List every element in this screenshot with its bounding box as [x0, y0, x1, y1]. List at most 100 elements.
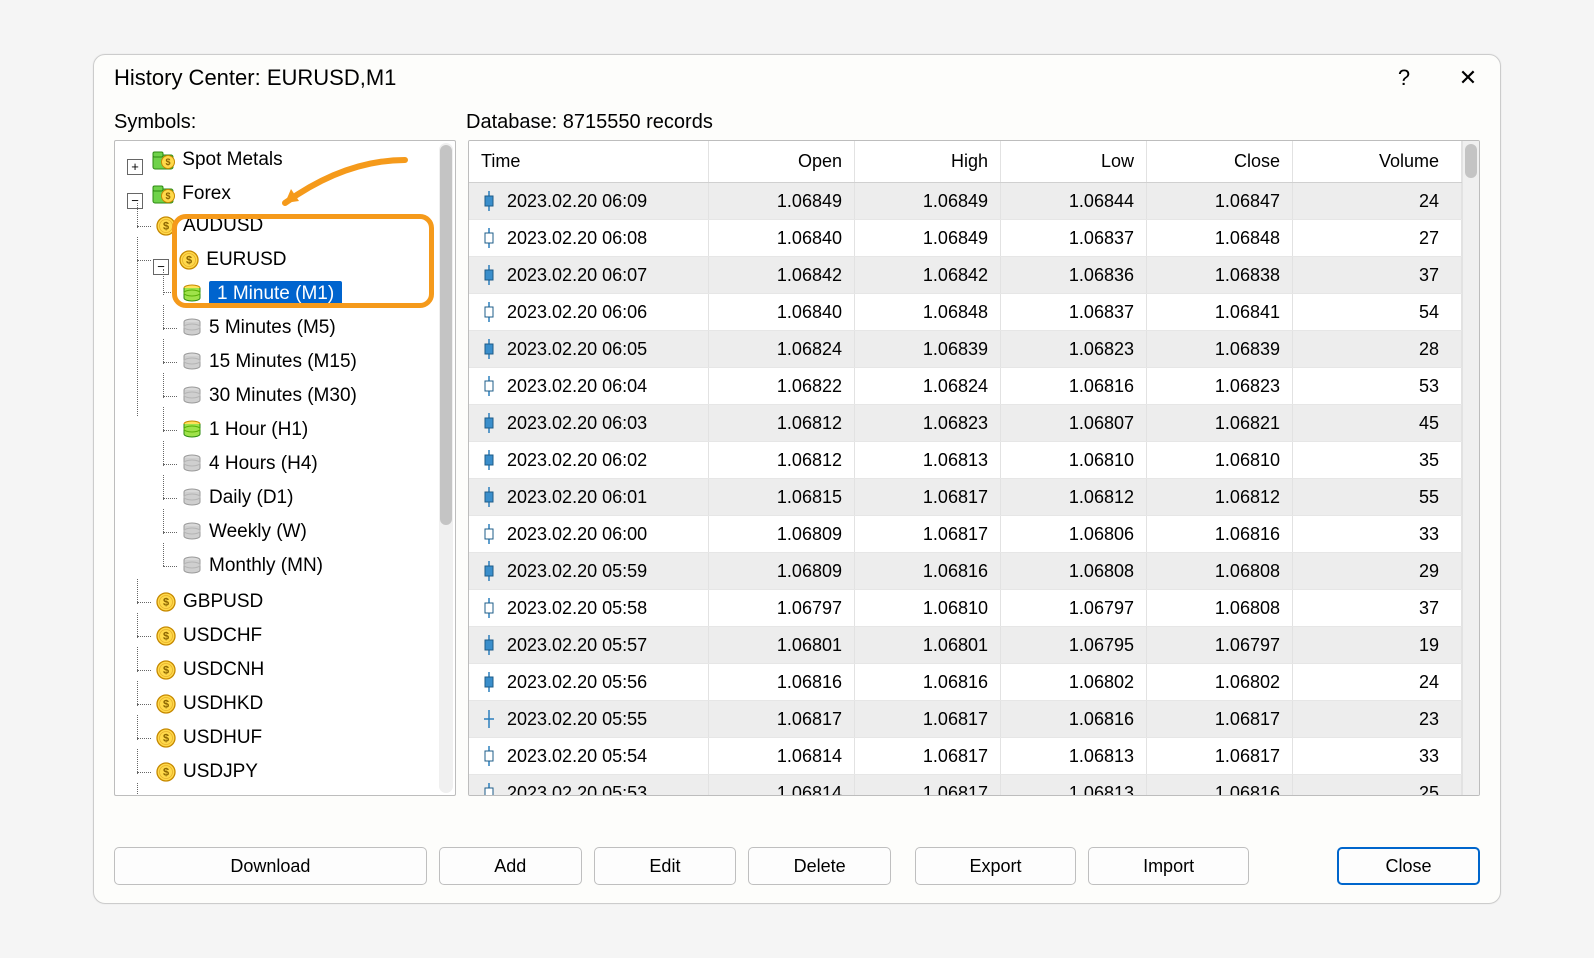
symbol-item[interactable]: USDHUF	[183, 727, 262, 749]
cell-time: 2023.02.20 06:08	[507, 228, 647, 249]
cell-close: 1.06808	[1147, 590, 1293, 626]
timeframe-m15[interactable]: 15 Minutes (M15)	[209, 351, 357, 373]
add-button[interactable]: Add	[439, 847, 582, 885]
col-volume[interactable]: Volume	[1293, 141, 1462, 182]
timeframe-m30[interactable]: 30 Minutes (M30)	[209, 385, 357, 407]
cell-time: 2023.02.20 05:59	[507, 561, 647, 582]
cell-time: 2023.02.20 06:07	[507, 265, 647, 286]
cell-volume: 25	[1293, 775, 1462, 795]
table-row[interactable]: 2023.02.20 06:071.068421.068421.068361.0…	[469, 257, 1462, 294]
import-button[interactable]: Import	[1088, 847, 1249, 885]
timeframe-h1[interactable]: 1 Hour (H1)	[209, 419, 308, 441]
collapse-icon[interactable]: −	[153, 259, 169, 275]
symbol-item-eurusd[interactable]: EURUSD	[206, 249, 286, 271]
table-row[interactable]: 2023.02.20 05:561.068161.068161.068021.0…	[469, 664, 1462, 701]
symbol-item[interactable]: USDHKD	[183, 693, 263, 715]
table-row[interactable]: 2023.02.20 06:051.068241.068391.068231.0…	[469, 331, 1462, 368]
symbol-item[interactable]: USDCNH	[183, 659, 264, 681]
timeframe-mn[interactable]: Monthly (MN)	[209, 555, 323, 577]
timeframe-m5[interactable]: 5 Minutes (M5)	[209, 317, 336, 339]
help-icon[interactable]: ?	[1386, 67, 1422, 89]
col-time[interactable]: Time	[469, 141, 709, 182]
cell-volume: 28	[1293, 331, 1462, 367]
col-high[interactable]: High	[855, 141, 1001, 182]
table-row[interactable]: 2023.02.20 06:011.068151.068171.068121.0…	[469, 479, 1462, 516]
close-button[interactable]: Close	[1337, 847, 1480, 885]
cell-time: 2023.02.20 05:54	[507, 746, 647, 767]
table-row[interactable]: 2023.02.20 05:541.068141.068171.068131.0…	[469, 738, 1462, 775]
timeframe-icon	[181, 487, 203, 509]
table-row[interactable]: 2023.02.20 06:021.068121.068131.068101.0…	[469, 442, 1462, 479]
edit-button[interactable]: Edit	[594, 847, 737, 885]
currency-icon	[155, 215, 177, 237]
table-row[interactable]: 2023.02.20 06:091.068491.068491.068441.0…	[469, 183, 1462, 220]
candle-icon	[481, 745, 497, 767]
cell-high: 1.06816	[855, 553, 1001, 589]
cell-volume: 23	[1293, 701, 1462, 737]
export-button[interactable]: Export	[915, 847, 1076, 885]
collapse-icon[interactable]: −	[127, 193, 143, 209]
cell-high: 1.06839	[855, 331, 1001, 367]
timeframe-m1[interactable]: 1 Minute (M1)	[209, 281, 342, 307]
timeframe-d1[interactable]: Daily (D1)	[209, 487, 293, 509]
col-close[interactable]: Close	[1147, 141, 1293, 182]
symbol-item[interactable]: USDJPY	[183, 761, 258, 783]
cell-volume: 55	[1293, 479, 1462, 515]
currency-icon	[155, 727, 177, 749]
candle-icon	[481, 597, 497, 619]
cell-close: 1.06808	[1147, 553, 1293, 589]
cell-low: 1.06844	[1001, 183, 1147, 219]
table-row[interactable]: 2023.02.20 05:591.068091.068161.068081.0…	[469, 553, 1462, 590]
cell-low: 1.06812	[1001, 479, 1147, 515]
cell-high: 1.06848	[855, 294, 1001, 330]
candle-icon	[481, 634, 497, 656]
table-row[interactable]: 2023.02.20 05:571.068011.068011.067951.0…	[469, 627, 1462, 664]
symbol-item-audusd[interactable]: AUDUSD	[183, 215, 263, 237]
cell-volume: 37	[1293, 257, 1462, 293]
cell-close: 1.06817	[1147, 738, 1293, 774]
table-scrollbar[interactable]	[1462, 141, 1479, 795]
candle-icon	[481, 782, 497, 795]
table-row[interactable]: 2023.02.20 05:551.068171.068171.068161.0…	[469, 701, 1462, 738]
cell-low: 1.06795	[1001, 627, 1147, 663]
table-row[interactable]: 2023.02.20 06:001.068091.068171.068061.0…	[469, 516, 1462, 553]
cell-open: 1.06815	[709, 479, 855, 515]
cell-volume: 53	[1293, 368, 1462, 404]
tree-scrollbar[interactable]	[439, 143, 453, 793]
col-open[interactable]: Open	[709, 141, 855, 182]
tree-group[interactable]: Spot Metals	[182, 149, 282, 171]
table-row[interactable]: 2023.02.20 06:041.068221.068241.068161.0…	[469, 368, 1462, 405]
symbol-item[interactable]: GBPUSD	[183, 591, 263, 613]
delete-button[interactable]: Delete	[748, 847, 891, 885]
table-row[interactable]: 2023.02.20 06:031.068121.068231.068071.0…	[469, 405, 1462, 442]
timeframe-h4[interactable]: 4 Hours (H4)	[209, 453, 318, 475]
candle-icon	[481, 560, 497, 582]
tree-group[interactable]: Forex	[182, 183, 231, 205]
symbol-item[interactable]: USDPLN	[183, 795, 260, 796]
symbol-item[interactable]: USDCHF	[183, 625, 262, 647]
cell-open: 1.06817	[709, 701, 855, 737]
table-header[interactable]: Time Open High Low Close Volume	[469, 141, 1462, 183]
table-row[interactable]: 2023.02.20 06:081.068401.068491.068371.0…	[469, 220, 1462, 257]
col-low[interactable]: Low	[1001, 141, 1147, 182]
expand-icon[interactable]: +	[127, 159, 143, 175]
cell-high: 1.06849	[855, 183, 1001, 219]
timeframe-icon	[181, 351, 203, 373]
cell-open: 1.06809	[709, 553, 855, 589]
cell-open: 1.06797	[709, 590, 855, 626]
cell-low: 1.06816	[1001, 701, 1147, 737]
download-button[interactable]: Download	[114, 847, 427, 885]
cell-close: 1.06848	[1147, 220, 1293, 256]
table-row[interactable]: 2023.02.20 05:581.067971.068101.067971.0…	[469, 590, 1462, 627]
folder-icon	[152, 149, 176, 171]
symbol-tree[interactable]: + Spot Metals − Forex	[114, 140, 456, 796]
cell-low: 1.06823	[1001, 331, 1147, 367]
cell-close: 1.06802	[1147, 664, 1293, 700]
table-row[interactable]: 2023.02.20 06:061.068401.068481.068371.0…	[469, 294, 1462, 331]
close-icon[interactable]: ✕	[1450, 67, 1486, 89]
timeframe-w[interactable]: Weekly (W)	[209, 521, 307, 543]
cell-high: 1.06817	[855, 701, 1001, 737]
cell-low: 1.06797	[1001, 590, 1147, 626]
table-row[interactable]: 2023.02.20 05:531.068141.068171.068131.0…	[469, 775, 1462, 795]
cell-time: 2023.02.20 05:55	[507, 709, 647, 730]
